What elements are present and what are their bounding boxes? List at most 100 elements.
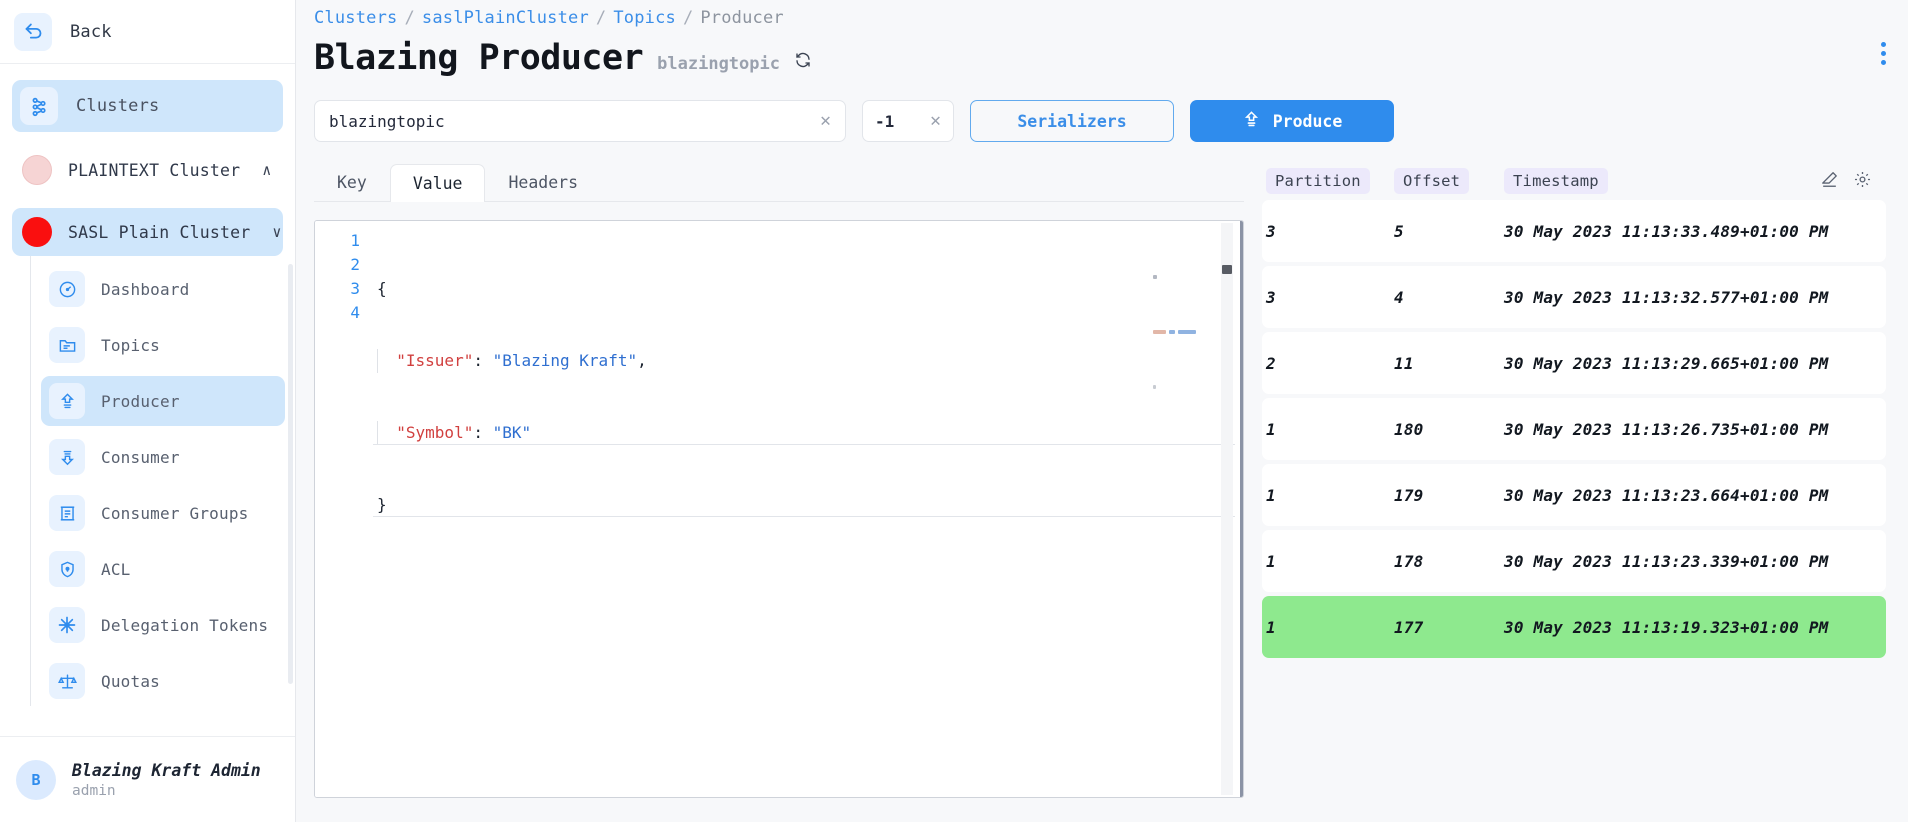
cell-offset: 180	[1394, 419, 1424, 439]
partition-input[interactable]: -1 ✕	[862, 100, 954, 142]
table-row-selected[interactable]: 1 177 30 May 2023 11:13:19.323+01:00 PM	[1262, 596, 1886, 658]
records-table-header: Partition Offset Timestamp	[1262, 162, 1886, 200]
table-row[interactable]: 3 4 30 May 2023 11:13:32.577+01:00 PM	[1262, 266, 1886, 328]
breadcrumb-separator: /	[682, 8, 694, 28]
kebab-menu-icon[interactable]	[1877, 38, 1890, 69]
column-header-timestamp[interactable]: Timestamp	[1504, 168, 1608, 194]
cluster-status-dot	[22, 155, 52, 185]
table-row[interactable]: 1 178 30 May 2023 11:13:23.339+01:00 PM	[1262, 530, 1886, 592]
sidebar-cluster-sasl[interactable]: SASL Plain Cluster ∨	[12, 208, 283, 256]
cell-offset: 179	[1394, 485, 1424, 505]
close-icon[interactable]: ✕	[820, 112, 831, 130]
code-content[interactable]: { "Issuer": "Blazing Kraft", "Symbol": "…	[373, 221, 1243, 797]
sidebar-scrollbar[interactable]	[288, 264, 293, 684]
sidebar-item-dashboard[interactable]: Dashboard	[41, 264, 285, 314]
eraser-icon[interactable]	[1820, 170, 1839, 193]
editor-minimap[interactable]	[1153, 227, 1215, 389]
table-row[interactable]: 3 5 30 May 2023 11:13:33.489+01:00 PM	[1262, 200, 1886, 262]
sidebar-item-clusters[interactable]: Clusters	[12, 80, 283, 132]
cell-partition: 2	[1266, 353, 1276, 373]
sidebar-item-quotas[interactable]: Quotas	[41, 656, 285, 706]
scales-icon	[49, 663, 85, 699]
gear-icon[interactable]	[1853, 170, 1872, 193]
sidebar-item-delegation-tokens[interactable]: Delegation Tokens	[41, 600, 285, 650]
close-icon[interactable]: ✕	[930, 112, 941, 130]
sidebar-item-label: Consumer Groups	[101, 503, 249, 523]
cell-offset: 5	[1394, 221, 1404, 241]
cluster-label: PLAINTEXT Cluster	[68, 160, 241, 180]
column-header-partition[interactable]: Partition	[1266, 168, 1370, 194]
table-row[interactable]: 2 11 30 May 2023 11:13:29.665+01:00 PM	[1262, 332, 1886, 394]
cell-partition: 3	[1266, 221, 1276, 241]
sidebar-item-acl[interactable]: ACL	[41, 544, 285, 594]
line-number: 2	[350, 255, 360, 274]
cluster-status-dot	[22, 217, 52, 247]
breadcrumb-item-clusters[interactable]: Clusters	[314, 8, 397, 28]
download-icon	[49, 439, 85, 475]
folder-icon	[49, 327, 85, 363]
content-split: Key Value Headers 1 2 3 4 { "Issuer": "B…	[314, 162, 1886, 802]
tab-key[interactable]: Key	[314, 163, 390, 201]
records-table-body: 3 5 30 May 2023 11:13:33.489+01:00 PM 3 …	[1262, 200, 1886, 658]
sidebar-scroll-area: Clusters PLAINTEXT Cluster ∧ SASL Plain …	[0, 64, 295, 736]
topic-input-value[interactable]: blazingtopic	[329, 112, 820, 131]
toolbar: blazingtopic ✕ -1 ✕ Serializers Produce	[314, 100, 1886, 142]
breadcrumb-separator: /	[595, 8, 607, 28]
records-table: Partition Offset Timestamp 3 5 30 May 20…	[1262, 162, 1886, 802]
editor-scrollbar-thumb[interactable]	[1222, 265, 1232, 274]
breadcrumb-item-saslplaincluster[interactable]: saslPlainCluster	[422, 8, 589, 28]
editor-tabs: Key Value Headers	[314, 162, 1244, 202]
cell-timestamp: 30 May 2023 11:13:23.664+01:00 PM	[1504, 485, 1829, 505]
tab-headers[interactable]: Headers	[485, 163, 601, 201]
table-row[interactable]: 1 179 30 May 2023 11:13:23.664+01:00 PM	[1262, 464, 1886, 526]
line-number: 4	[350, 303, 360, 322]
cell-offset: 4	[1394, 287, 1404, 307]
sidebar-item-topics[interactable]: Topics	[41, 320, 285, 370]
serializers-button[interactable]: Serializers	[970, 100, 1174, 142]
sidebar-item-label: ACL	[101, 559, 131, 579]
code-editor[interactable]: 1 2 3 4 { "Issuer": "Blazing Kraft", "Sy…	[314, 220, 1244, 798]
user-role: admin	[72, 782, 116, 799]
cell-timestamp: 30 May 2023 11:13:33.489+01:00 PM	[1504, 221, 1829, 241]
cell-timestamp: 30 May 2023 11:13:23.339+01:00 PM	[1504, 551, 1829, 571]
sidebar-item-consumer[interactable]: Consumer	[41, 432, 285, 482]
tab-value[interactable]: Value	[389, 164, 486, 202]
topic-input[interactable]: blazingtopic ✕	[314, 100, 846, 142]
partition-input-value[interactable]: -1	[875, 112, 920, 131]
produce-button-label: Produce	[1272, 111, 1343, 131]
cell-timestamp: 30 May 2023 11:13:19.323+01:00 PM	[1504, 617, 1829, 637]
breadcrumb-item-producer: Producer	[700, 8, 784, 28]
user-name: Blazing Kraft Admin	[72, 760, 261, 780]
produce-button[interactable]: Produce	[1190, 100, 1394, 142]
editor-scrollbar-track[interactable]	[1221, 223, 1233, 795]
clusters-icon	[20, 87, 58, 125]
editor-edge-divider	[1240, 221, 1243, 797]
cell-timestamp: 30 May 2023 11:13:26.735+01:00 PM	[1504, 419, 1829, 439]
breadcrumb-item-topics[interactable]: Topics	[613, 8, 676, 28]
line-number: 3	[350, 279, 360, 298]
line-number-gutter: 1 2 3 4	[315, 221, 373, 797]
sidebar-item-label: Producer	[101, 391, 180, 411]
cell-partition: 1	[1266, 485, 1276, 505]
breadcrumb: Clusters / saslPlainCluster / Topics / P…	[314, 0, 1886, 28]
list-box-icon	[49, 495, 85, 531]
cell-timestamp: 30 May 2023 11:13:29.665+01:00 PM	[1504, 353, 1829, 373]
code-line-1: {	[377, 279, 387, 298]
asterisk-icon	[49, 607, 85, 643]
sidebar-item-label: Consumer	[101, 447, 180, 467]
column-header-offset[interactable]: Offset	[1394, 168, 1470, 194]
sidebar-item-label: Delegation Tokens	[101, 615, 269, 635]
sidebar-cluster-plaintext[interactable]: PLAINTEXT Cluster ∧	[12, 146, 283, 194]
main-content: Clusters / saslPlainCluster / Topics / P…	[296, 0, 1908, 822]
cell-partition: 1	[1266, 419, 1276, 439]
user-profile[interactable]: B Blazing Kraft Admin admin	[0, 736, 295, 822]
sidebar-item-producer[interactable]: Producer	[41, 376, 285, 426]
sidebar-clusters-label: Clusters	[76, 96, 160, 116]
title-row: Blazing Producer blazingtopic	[314, 28, 1886, 78]
refresh-icon[interactable]	[794, 51, 812, 73]
chevron-up-icon: ∧	[262, 161, 272, 179]
page-subtitle-topic: blazingtopic	[657, 54, 780, 74]
table-row[interactable]: 1 180 30 May 2023 11:13:26.735+01:00 PM	[1262, 398, 1886, 460]
sidebar-item-consumer-groups[interactable]: Consumer Groups	[41, 488, 285, 538]
back-button[interactable]: Back	[0, 0, 295, 64]
